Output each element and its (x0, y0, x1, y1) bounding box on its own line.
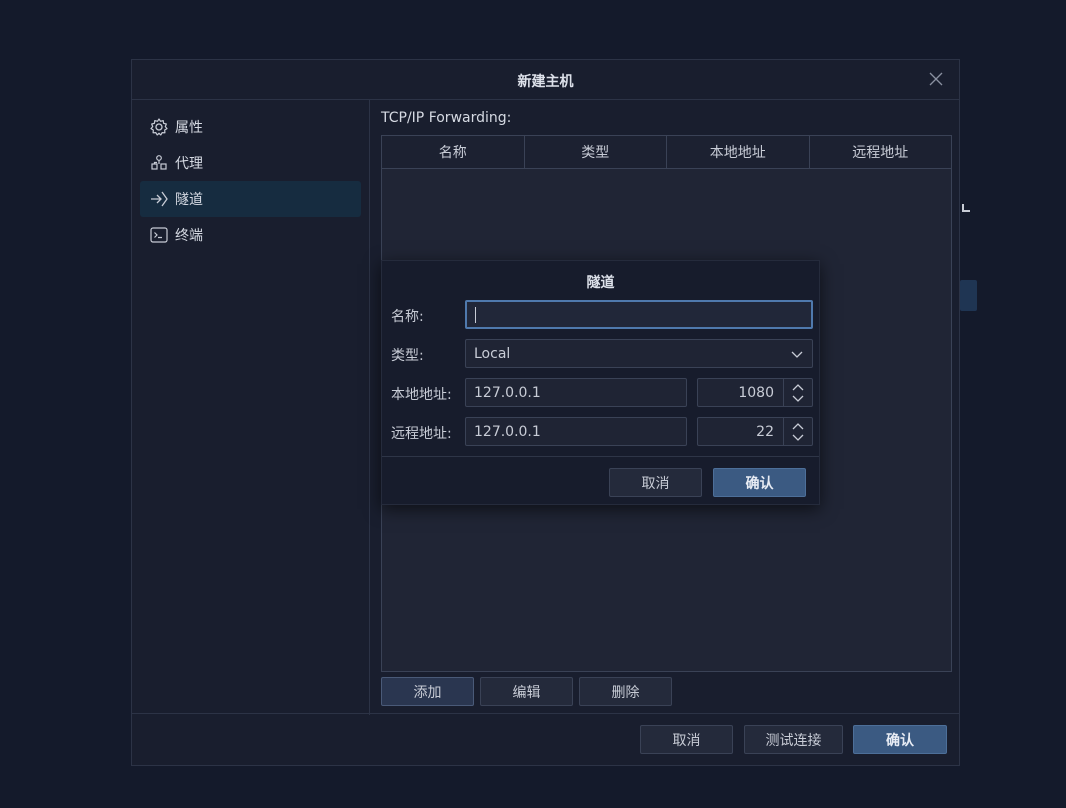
sidebar: 属性 代理 隧道 终端 (132, 99, 370, 715)
sidebar-item-label: 终端 (175, 228, 203, 244)
edit-button[interactable]: 编辑 (480, 677, 573, 706)
tcp-forwarding-label: TCP/IP Forwarding: (381, 110, 512, 126)
remote-host-value: 127.0.0.1 (474, 423, 541, 440)
background-fragment (960, 280, 977, 311)
text-caret (475, 306, 476, 323)
table-header: 名称 类型 本地地址 远程地址 (382, 136, 951, 169)
column-header-type[interactable]: 类型 (525, 136, 667, 168)
sidebar-item-proxy[interactable]: 代理 (140, 145, 361, 181)
sidebar-item-properties[interactable]: 属性 (140, 109, 361, 145)
column-header-remote-address[interactable]: 远程地址 (810, 136, 952, 168)
tunnel-dialog-title: 隧道 (586, 275, 615, 291)
spin-arrows-icon[interactable] (783, 379, 812, 406)
confirm-button[interactable]: 确认 (853, 725, 947, 754)
name-label: 名称: (391, 309, 424, 325)
type-value: Local (474, 345, 511, 362)
chevron-down-icon (790, 347, 804, 365)
sidebar-item-label: 代理 (175, 156, 203, 172)
dialog-titlebar: 新建主机 (132, 60, 959, 100)
local-host-input[interactable]: 127.0.0.1 (465, 378, 687, 407)
cancel-button[interactable]: 取消 (640, 725, 733, 754)
sidebar-item-terminal[interactable]: 终端 (140, 217, 361, 253)
spin-arrows-icon[interactable] (783, 418, 812, 445)
type-label: 类型: (391, 348, 424, 364)
add-button[interactable]: 添加 (381, 677, 474, 706)
tunnel-dialog: 隧道 名称: 类型: Local 本地地址: 127.0.0.1 1080 远程… (381, 260, 820, 505)
test-connection-button[interactable]: 测试连接 (744, 725, 843, 754)
tunnel-confirm-button[interactable]: 确认 (713, 468, 806, 497)
local-port-value: 1080 (738, 384, 774, 401)
dialog-footer: 取消 测试连接 确认 (132, 713, 959, 765)
local-port-spinbox[interactable]: 1080 (697, 378, 813, 407)
network-icon (149, 153, 169, 173)
name-input[interactable] (465, 300, 813, 329)
sidebar-item-tunnel[interactable]: 隧道 (140, 181, 361, 217)
divider (382, 456, 819, 457)
sidebar-item-label: 属性 (175, 120, 203, 136)
tunnel-cancel-button[interactable]: 取消 (609, 468, 702, 497)
column-header-local-address[interactable]: 本地地址 (667, 136, 810, 168)
local-host-value: 127.0.0.1 (474, 384, 541, 401)
close-icon[interactable] (927, 70, 945, 88)
tunnel-arrow-icon (149, 189, 169, 209)
terminal-icon (149, 225, 169, 245)
remote-port-spinbox[interactable]: 22 (697, 417, 813, 446)
gear-icon (149, 117, 169, 137)
remote-port-value: 22 (756, 423, 774, 440)
local-address-label: 本地地址: (391, 387, 452, 403)
dialog-title: 新建主机 (517, 74, 574, 90)
sidebar-item-label: 隧道 (175, 192, 203, 208)
remote-address-label: 远程地址: (391, 426, 452, 442)
column-header-name[interactable]: 名称 (382, 136, 525, 168)
remote-host-input[interactable]: 127.0.0.1 (465, 417, 687, 446)
delete-button[interactable]: 删除 (579, 677, 672, 706)
background-fragment (962, 204, 970, 212)
type-select[interactable]: Local (465, 339, 813, 368)
